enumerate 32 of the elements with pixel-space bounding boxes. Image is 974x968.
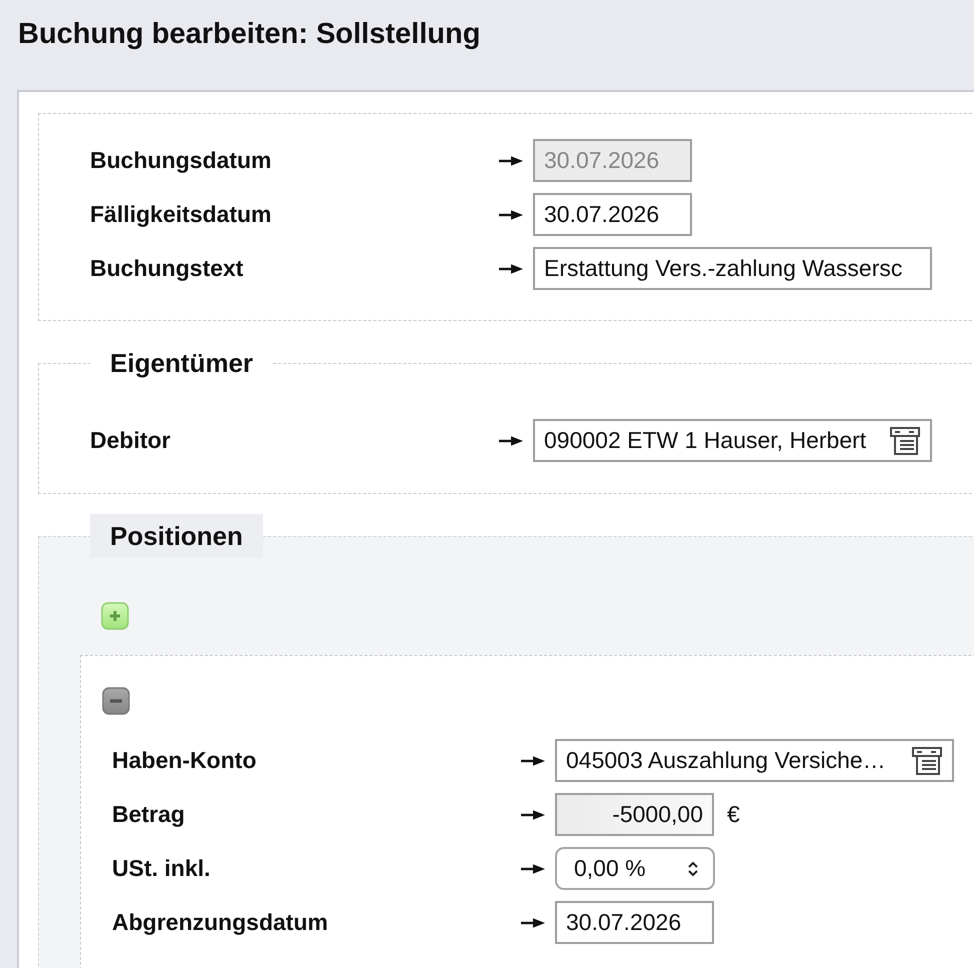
section-title: Eigentümer [109, 348, 254, 378]
field-label: Buchungstext [90, 255, 244, 282]
lookup-field[interactable]: 090002 ETW 1 Hauser, Herbert [533, 419, 932, 462]
select-dropdown[interactable]: 0,00 % [555, 847, 715, 890]
section-title: Positionen [90, 514, 263, 558]
date-field[interactable]: 30.07.2026 [533, 193, 692, 236]
field-label: Fälligkeitsdatum [90, 201, 272, 228]
arrow-icon [499, 208, 523, 220]
arrow-icon [521, 862, 545, 874]
list-icon[interactable] [890, 426, 920, 454]
arrow-icon [521, 808, 545, 820]
field-label: Debitor [90, 427, 172, 454]
arrow-icon [521, 916, 545, 928]
plus-icon[interactable] [101, 602, 129, 630]
field-label: Buchungsdatum [90, 147, 272, 174]
arrow-icon [499, 154, 523, 166]
arrow-icon [521, 754, 545, 766]
arrow-icon [499, 434, 523, 446]
amount-field[interactable]: -5000,00 [555, 793, 714, 836]
lookup-field[interactable]: 045003 Auszahlung Versiche… [555, 739, 954, 782]
page-title: Buchung bearbeiten: Sollstellung [17, 17, 482, 52]
field-label: Abgrenzungsdatum [112, 909, 329, 936]
field-label: USt. inkl. [112, 855, 212, 882]
chevron-updown-icon [687, 860, 699, 878]
minus-icon[interactable] [102, 687, 130, 715]
date-field[interactable]: 30.07.2026 [555, 901, 714, 944]
field-label: Betrag [112, 801, 186, 828]
field-label: Haben-Konto [112, 747, 258, 774]
text-field[interactable]: Erstattung Vers.-zahlung Wassersc [533, 247, 932, 290]
list-icon[interactable] [912, 746, 942, 774]
arrow-icon [499, 262, 523, 274]
currency-label: € [727, 801, 740, 828]
